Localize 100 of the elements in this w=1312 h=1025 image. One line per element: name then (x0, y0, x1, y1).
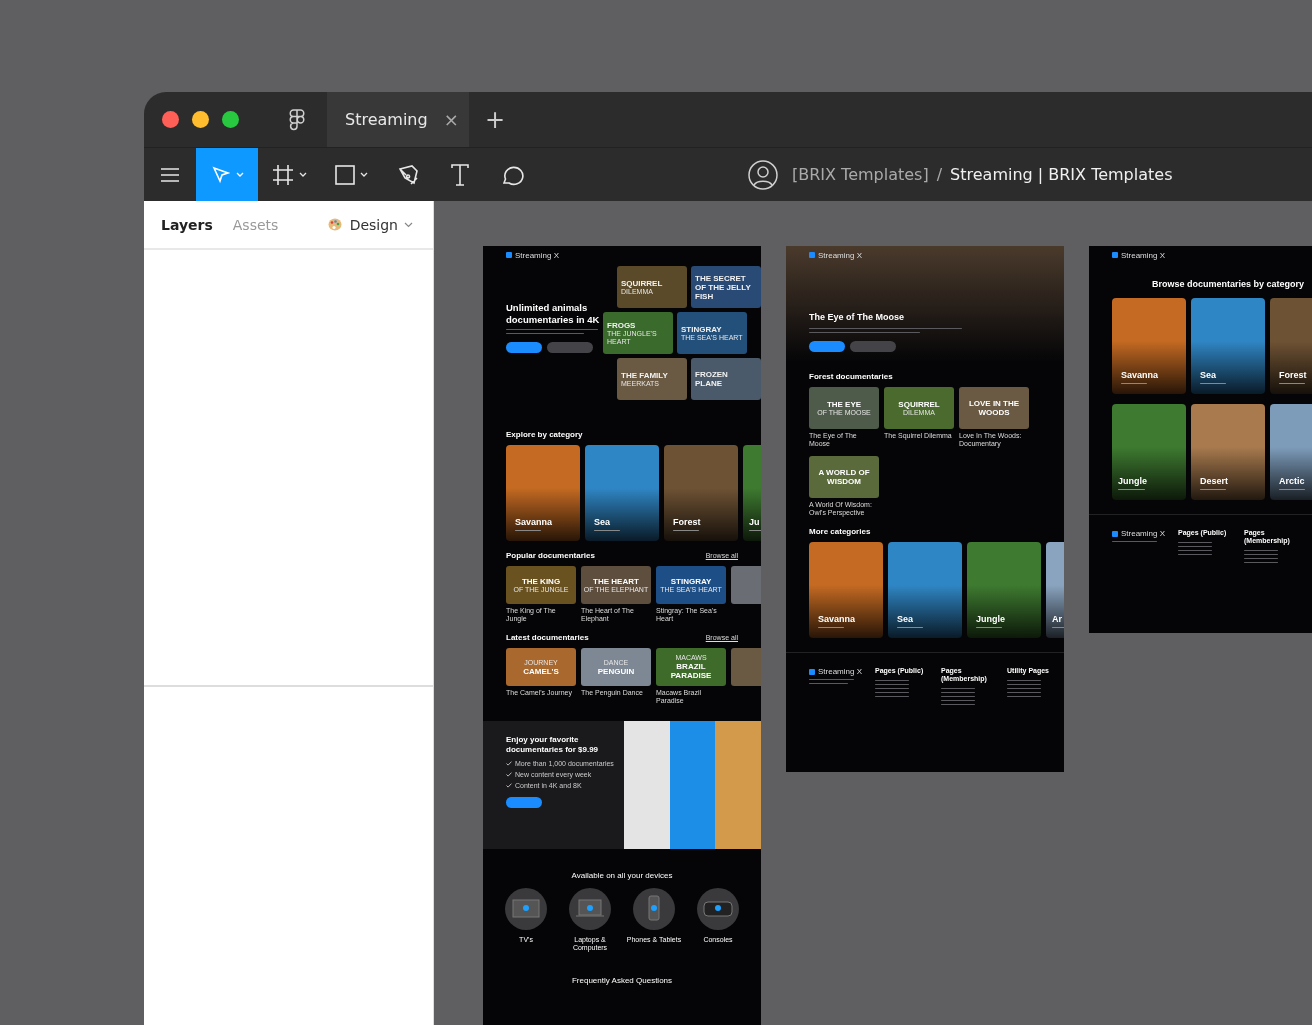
category-card[interactable]: Savanna (809, 542, 883, 638)
poster-title: STINGRAY (681, 324, 723, 334)
text-placeholder-line (941, 703, 975, 705)
poster-title: LOVE IN THE WOODS (967, 399, 1021, 417)
poster-title: THE SECRET OF THE JELLY FISH (695, 273, 752, 301)
subscribe-button[interactable] (506, 342, 542, 353)
design-menu-button[interactable]: Design (349, 216, 413, 233)
category-card[interactable]: Ar (1046, 542, 1064, 638)
play-logo-icon (1112, 252, 1118, 258)
minimize-window-button[interactable] (192, 111, 209, 128)
panel-tab[interactable]: Layers (161, 216, 213, 233)
category-card[interactable]: Jungle (967, 542, 1041, 638)
maximize-window-button[interactable] (222, 111, 239, 128)
text-placeholder-line (875, 691, 909, 693)
brand-name: Streaming X (1121, 250, 1166, 260)
palette-icon (327, 218, 342, 231)
category-card[interactable]: Sea (585, 445, 659, 541)
category-card[interactable]: Sea (888, 542, 962, 638)
text-placeholder-line (1007, 695, 1041, 697)
user-avatar-icon[interactable] (748, 159, 778, 190)
category-card[interactable]: Sea (1191, 298, 1265, 394)
text-placeholder-line (1244, 553, 1278, 555)
close-tab-button[interactable]: × (443, 109, 459, 130)
hero-heading: The Eye of The Moose (808, 311, 905, 324)
text-placeholder-line (941, 695, 975, 697)
file-name[interactable]: Streaming | BRIX Templates (950, 165, 1173, 184)
play-logo-icon (809, 668, 815, 675)
section-heading: More categories (809, 527, 872, 536)
text-placeholder-line (1178, 541, 1212, 543)
menu-icon (160, 166, 180, 183)
category-card[interactable]: Savanna (506, 445, 580, 541)
text-placeholder-line (875, 679, 909, 681)
text-placeholder-line (941, 691, 975, 693)
poster-title: A WORLD OF WISDOM (817, 468, 871, 486)
promo-heading: Enjoy your favorite documentaries for $9.99 (506, 735, 600, 755)
square-icon (335, 164, 355, 185)
new-tab-button[interactable]: + (485, 105, 506, 134)
category-card[interactable]: Savanna (1112, 298, 1186, 394)
section-heading: Popular documentaries (506, 551, 595, 560)
category-card[interactable]: Jungle (1112, 404, 1186, 500)
tv-icon (505, 888, 547, 930)
poster-title: THE FAMILY (621, 370, 669, 380)
text-placeholder-line (941, 687, 975, 689)
caret-icon (299, 171, 307, 178)
category-card[interactable]: Arctic (1270, 404, 1312, 500)
category-card[interactable]: Ju (743, 445, 761, 541)
watch-button[interactable] (809, 341, 845, 352)
poster-title: THE HEART (593, 576, 639, 586)
text-placeholder-line (1007, 691, 1041, 693)
hash-icon (272, 163, 294, 186)
pen-icon (397, 163, 419, 186)
text-placeholder-line (1178, 549, 1212, 551)
category-card[interactable]: Forest (1270, 298, 1312, 394)
category-card[interactable]: Forest (664, 445, 738, 541)
poster-title: SQUIRREL (621, 278, 664, 288)
page-heading: Browse documentaries by category (1150, 278, 1306, 290)
poster-title: FROGS (607, 320, 637, 330)
section-heading: Explore by category (506, 430, 584, 439)
caret-icon (360, 171, 368, 178)
poster-title: SQUIRREL (898, 399, 940, 409)
section-heading: Available on all your devices (571, 871, 673, 880)
category-card[interactable]: Desert (1191, 404, 1265, 500)
text-placeholder-line (809, 678, 854, 680)
poster-title: BRAZIL PARADISE (669, 662, 713, 680)
text-placeholder-line (1112, 540, 1157, 542)
home-page-frame[interactable] (483, 246, 761, 1025)
poster-title: PENGUIN (597, 666, 635, 676)
poster-title: FROZEN PLANE (695, 370, 729, 388)
poster-title: STINGRAY (670, 576, 712, 586)
text-placeholder-line (809, 682, 849, 684)
text-placeholder-line (1178, 545, 1212, 547)
play-logo-icon (506, 252, 512, 258)
section-heading: Forest documentaries (809, 372, 894, 381)
subscribe-button[interactable] (506, 797, 542, 808)
brand-name: Streaming X (515, 250, 560, 260)
section-heading: Latest documentaries (506, 633, 589, 642)
video-page-frame[interactable] (786, 246, 1064, 772)
file-tab[interactable]: Streaming × (327, 92, 469, 147)
caret-icon (404, 221, 413, 228)
poster-title: THE KING (521, 576, 561, 586)
text-placeholder-line (875, 687, 909, 689)
figma-logo-icon[interactable] (289, 108, 305, 131)
play-logo-icon (1112, 530, 1118, 537)
hero-heading: Unlimited animals documentaries in 4K (506, 302, 601, 326)
text-placeholder-line (1007, 683, 1041, 685)
text-placeholder-line (941, 699, 975, 701)
cursor-icon (210, 164, 231, 185)
text-icon (450, 163, 470, 186)
phone-icon (633, 888, 675, 930)
play-logo-icon (809, 252, 815, 258)
brand-name: Streaming X (818, 250, 863, 260)
text-placeholder-line (1244, 561, 1278, 563)
text-placeholder-line (1178, 553, 1212, 555)
close-window-button[interactable] (162, 111, 179, 128)
poster-title: THE EYE (826, 399, 862, 409)
text-placeholder-line (875, 695, 909, 697)
team-name-link[interactable]: [BRIX Templates] (792, 165, 929, 184)
brand-name: Streaming X (1121, 529, 1166, 538)
section-heading: Frequently Asked Questions (571, 976, 673, 985)
console-icon (697, 888, 739, 930)
